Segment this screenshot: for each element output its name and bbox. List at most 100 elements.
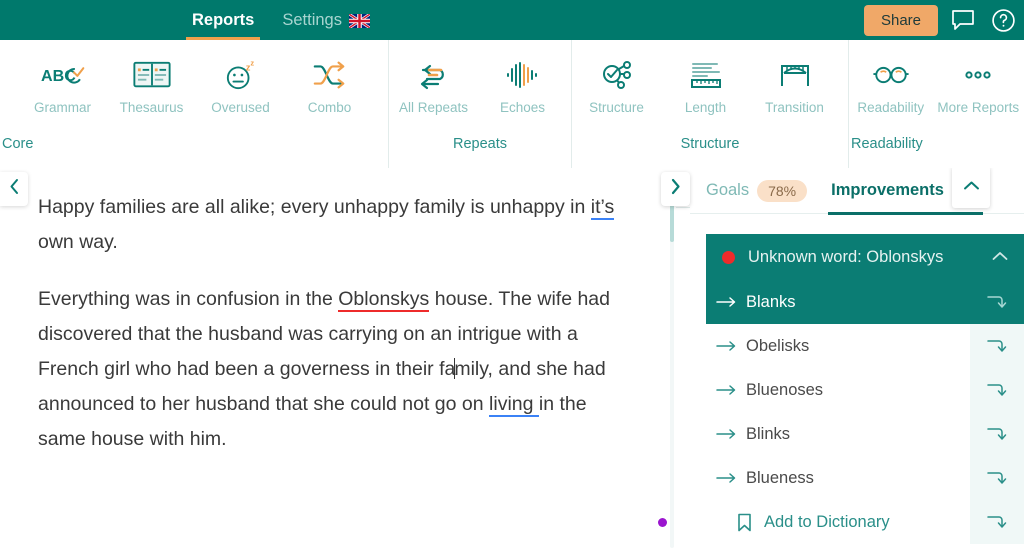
- toolbar-item-more-reports-label: More Reports: [937, 100, 1020, 115]
- toolbar-item-more-reports[interactable]: More Reports: [933, 52, 1024, 115]
- app-root: Reports Settings Share ABC Grammar Thesa…: [0, 0, 1024, 552]
- waveform-icon: [506, 52, 540, 98]
- arrow-right-icon: [706, 340, 746, 352]
- improvement-card-title: Unknown word: Oblonskys: [748, 247, 944, 266]
- tab-settings[interactable]: Settings: [268, 0, 384, 40]
- add-to-dictionary-label: Add to Dictionary: [764, 512, 890, 531]
- toolbar-item-length[interactable]: Length: [661, 52, 750, 115]
- ellipsis-icon: [961, 52, 995, 98]
- text-run: Happy families are all alike; every unha…: [38, 196, 591, 218]
- toolbar-item-structure-label: Structure: [589, 100, 644, 115]
- text-run: own way.: [38, 231, 118, 253]
- toolbar-group-repeats-label: Repeats: [452, 136, 508, 152]
- document-text[interactable]: Happy families are all alike; every unha…: [38, 190, 638, 479]
- paragraph-1: Happy families are all alike; every unha…: [38, 190, 638, 260]
- tab-improvements-label: Improvements: [831, 181, 944, 199]
- toolbar-item-overused-label: Overused: [211, 100, 270, 115]
- chevron-left-icon: [8, 178, 21, 200]
- toolbar-item-readability-label: Readability: [857, 100, 925, 115]
- suggestion-label: Bluenoses: [746, 380, 824, 399]
- tab-reports[interactable]: Reports: [178, 0, 268, 40]
- status-dot-icon: [722, 250, 735, 264]
- top-nav: Reports Settings: [178, 0, 384, 40]
- toolbar-group-readability: Readability More Reports Readability: [848, 40, 1024, 168]
- svg-text:z: z: [250, 59, 254, 68]
- top-bar-actions: Share: [863, 0, 1018, 40]
- suggestion-row-blueness[interactable]: Blueness: [706, 456, 1024, 500]
- suggestion-label: Obelisks: [746, 336, 810, 355]
- suggestion-label: Blanks: [746, 292, 796, 311]
- toolbar-item-thesaurus-label: Thesaurus: [119, 100, 184, 115]
- toolbar-item-combo[interactable]: Combo: [285, 52, 374, 115]
- toolbar-group-readability-label: Readability: [851, 136, 923, 152]
- toolbar-item-length-label: Length: [684, 100, 727, 115]
- text-run: Everything was in confusion in the: [38, 288, 339, 310]
- editor-scrollbar[interactable]: [668, 168, 676, 552]
- chevron-right-icon: [669, 178, 682, 200]
- arrow-right-icon: [706, 296, 746, 308]
- toolbar-group-structure: Structure Length Transition Structure: [571, 40, 848, 168]
- suggestion-label: Blinks: [746, 424, 791, 443]
- shuffle-arrows-icon: [311, 52, 349, 98]
- sleepy-face-icon: z z: [222, 52, 260, 98]
- reports-toolbar: ABC Grammar Thesaurus z z Overused Combo…: [0, 40, 1024, 208]
- document-editor[interactable]: Happy families are all alike; every unha…: [0, 168, 672, 552]
- toolbar-item-readability[interactable]: Readability: [849, 52, 933, 115]
- suggestion-row-bluenoses[interactable]: Bluenoses: [706, 368, 1024, 412]
- toolbar-group-core: ABC Grammar Thesaurus z z Overused Combo…: [0, 40, 388, 168]
- toolbar-group-core-label: Core: [2, 136, 34, 152]
- collapse-left-button[interactable]: [0, 172, 28, 206]
- repeat-arrows-icon: [417, 52, 451, 98]
- toolbar-item-structure[interactable]: Structure: [572, 52, 661, 115]
- toolbar-item-all-repeats-label: All Repeats: [398, 100, 469, 115]
- node-graph-icon: [600, 52, 634, 98]
- ruler-icon: [689, 52, 723, 98]
- apply-arrow-icon[interactable]: [970, 368, 1024, 412]
- toolbar-item-all-repeats[interactable]: All Repeats: [389, 52, 478, 115]
- toolbar-item-transition[interactable]: Transition: [750, 52, 839, 115]
- suggestion-row-blanks[interactable]: Blanks: [706, 280, 1024, 324]
- glasses-icon: [872, 52, 910, 98]
- uk-flag-icon: [348, 14, 370, 28]
- toolbar-item-echoes-label: Echoes: [499, 100, 546, 115]
- toolbar-item-transition-label: Transition: [765, 100, 824, 115]
- comment-icon[interactable]: [948, 5, 978, 35]
- toolbar-item-thesaurus[interactable]: Thesaurus: [107, 52, 196, 115]
- top-bar: Reports Settings Share: [0, 0, 1024, 40]
- expand-panel-button[interactable]: [661, 172, 690, 206]
- toolbar-item-overused[interactable]: z z Overused: [196, 52, 285, 115]
- spelling-error-oblonskys[interactable]: Oblonskys: [338, 288, 430, 312]
- add-to-dictionary-row[interactable]: Add to Dictionary: [706, 500, 1024, 544]
- toolbar-item-grammar-label: Grammar: [34, 100, 91, 115]
- suggestion-row-blinks[interactable]: Blinks: [706, 412, 1024, 456]
- arrow-right-icon: [706, 472, 746, 484]
- toolbar-item-grammar[interactable]: ABC Grammar: [18, 52, 107, 115]
- help-circle-icon[interactable]: [988, 5, 1018, 35]
- spelling-suggestion-its[interactable]: it’s: [590, 196, 615, 220]
- improvement-card-header[interactable]: Unknown word: Oblonskys: [706, 234, 1024, 280]
- tab-settings-label: Settings: [282, 10, 342, 29]
- spelling-suggestion-living[interactable]: living: [489, 393, 539, 417]
- share-button[interactable]: Share: [863, 4, 938, 36]
- arrow-right-icon: [706, 384, 746, 396]
- panel-collapse-button[interactable]: [952, 168, 990, 208]
- apply-arrow-icon[interactable]: [970, 412, 1024, 456]
- apply-arrow-icon[interactable]: [970, 500, 1024, 544]
- improvement-card: Unknown word: Oblonskys Blanks Obelisks …: [706, 234, 1024, 544]
- abc-check-icon: ABC: [41, 52, 85, 98]
- improvements-panel: Goals 78% Improvements 6 Unknown word: O…: [690, 168, 1024, 552]
- suggestion-row-obelisks[interactable]: Obelisks: [706, 324, 1024, 368]
- apply-arrow-icon[interactable]: [970, 456, 1024, 500]
- suggestion-label: Blueness: [746, 468, 814, 487]
- toolbar-group-repeats: All Repeats Echoes Repeats: [388, 40, 571, 168]
- cursor-position-dot: [658, 518, 667, 527]
- apply-arrow-icon[interactable]: [970, 324, 1024, 368]
- toolbar-item-echoes[interactable]: Echoes: [478, 52, 567, 115]
- chevron-up-icon[interactable]: [992, 248, 1008, 266]
- tab-goals[interactable]: Goals 78%: [690, 168, 819, 214]
- suggestion-list: Blanks Obelisks Bluenoses Blinks Bluenes…: [706, 280, 1024, 544]
- toolbar-item-combo-label: Combo: [307, 100, 352, 115]
- toolbar-group-structure-label: Structure: [680, 136, 740, 152]
- tab-goals-label: Goals: [706, 181, 750, 199]
- apply-arrow-icon[interactable]: [970, 280, 1024, 324]
